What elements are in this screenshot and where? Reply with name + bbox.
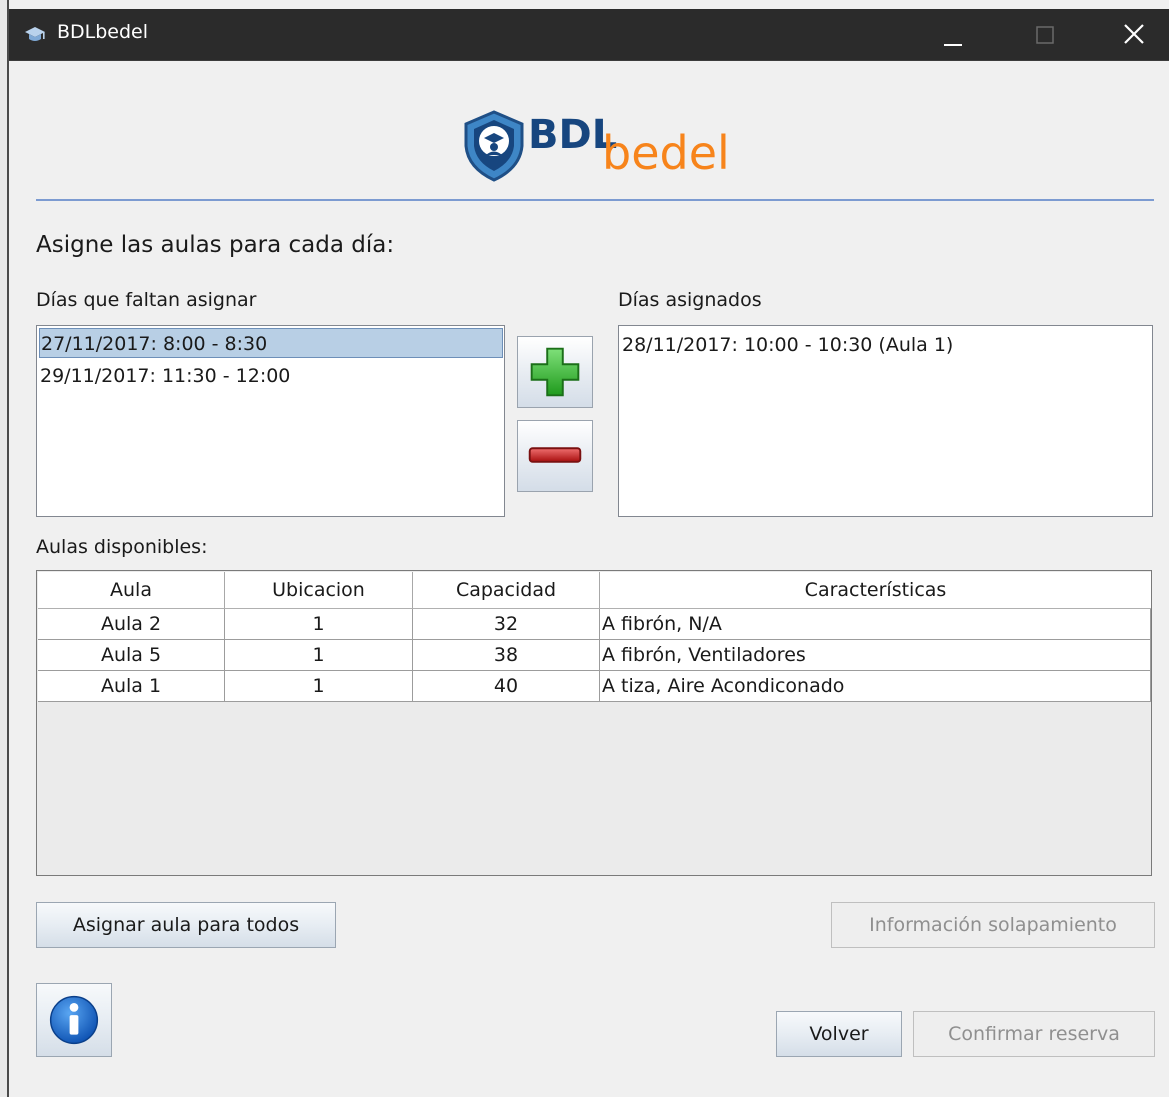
column-header-ubicacion[interactable]: Ubicacion bbox=[225, 572, 413, 608]
logo-text-bedel: bedel bbox=[602, 126, 730, 180]
cell-capacidad: 40 bbox=[413, 671, 600, 701]
maximize-button[interactable] bbox=[1021, 17, 1067, 51]
red-minus-icon bbox=[528, 447, 582, 463]
list-item-label: 28/11/2017: 10:00 - 10:30 (Aula 1) bbox=[622, 334, 954, 356]
list-item[interactable]: 29/11/2017: 11:30 - 12:00 bbox=[39, 361, 290, 391]
cell-aula: Aula 2 bbox=[38, 609, 225, 639]
graduation-cap-icon bbox=[25, 27, 45, 41]
unassigned-days-list[interactable]: 27/11/2017: 8:00 - 8:30 29/11/2017: 11:3… bbox=[36, 325, 505, 517]
info-icon bbox=[49, 995, 99, 1045]
cell-aula: Aula 5 bbox=[38, 640, 225, 670]
cell-ubicacion: 1 bbox=[225, 671, 413, 701]
cell-capacidad: 38 bbox=[413, 640, 600, 670]
maximize-icon bbox=[1036, 26, 1054, 44]
bdlbedel-logo: BDL bedel bbox=[462, 108, 732, 182]
cell-ubicacion: 1 bbox=[225, 609, 413, 639]
shield-logo-icon bbox=[464, 110, 524, 182]
confirm-reservation-button[interactable]: Confirmar reserva bbox=[913, 1011, 1155, 1057]
cell-caracteristicas: A tiza, Aire Acondiconado bbox=[600, 671, 1151, 701]
close-button[interactable] bbox=[1111, 17, 1157, 51]
close-icon bbox=[1124, 24, 1144, 44]
window-border bbox=[0, 0, 9, 1097]
cell-caracteristicas: A fibrón, N/A bbox=[600, 609, 1151, 639]
column-header-capacidad[interactable]: Capacidad bbox=[413, 572, 600, 608]
cell-caracteristicas: A fibrón, Ventiladores bbox=[600, 640, 1151, 670]
classrooms-table[interactable]: Aula Ubicacion Capacidad Características… bbox=[36, 570, 1152, 876]
green-plus-icon bbox=[530, 347, 580, 397]
list-item[interactable]: 28/11/2017: 10:00 - 10:30 (Aula 1) bbox=[621, 330, 953, 360]
back-button[interactable]: Volver bbox=[776, 1011, 902, 1057]
unassigned-days-label: Días que faltan asignar bbox=[36, 289, 257, 311]
assigned-days-list[interactable]: 28/11/2017: 10:00 - 10:30 (Aula 1) bbox=[618, 325, 1153, 517]
header-divider bbox=[36, 199, 1154, 201]
available-classrooms-label: Aulas disponibles: bbox=[36, 536, 208, 558]
column-header-aula[interactable]: Aula bbox=[38, 572, 225, 608]
table-header: Aula Ubicacion Capacidad Características bbox=[38, 572, 1151, 609]
list-item[interactable]: 27/11/2017: 8:00 - 8:30 bbox=[39, 328, 503, 358]
assigned-days-label: Días asignados bbox=[618, 289, 762, 311]
table-row[interactable]: Aula 1 1 40 A tiza, Aire Acondiconado bbox=[38, 671, 1151, 702]
assign-all-button[interactable]: Asignar aula para todos bbox=[36, 902, 336, 948]
add-day-button[interactable] bbox=[517, 336, 593, 408]
table-row[interactable]: Aula 5 1 38 A fibrón, Ventiladores bbox=[38, 640, 1151, 671]
table-row[interactable]: Aula 2 1 32 A fibrón, N/A bbox=[38, 609, 1151, 640]
cell-capacidad: 32 bbox=[413, 609, 600, 639]
info-button[interactable] bbox=[36, 983, 112, 1057]
cell-ubicacion: 1 bbox=[225, 640, 413, 670]
minimize-icon bbox=[944, 44, 962, 46]
list-item-label: 29/11/2017: 11:30 - 12:00 bbox=[40, 365, 291, 387]
window-title: BDLbedel bbox=[57, 21, 149, 43]
remove-day-button[interactable] bbox=[517, 420, 593, 492]
cell-aula: Aula 1 bbox=[38, 671, 225, 701]
overlap-info-button[interactable]: Información solapamiento bbox=[831, 902, 1155, 948]
list-item-label: 27/11/2017: 8:00 - 8:30 bbox=[41, 333, 268, 355]
minimize-button[interactable] bbox=[929, 17, 975, 51]
page-heading: Asigne las aulas para cada día: bbox=[36, 232, 395, 258]
title-bar[interactable]: BDLbedel bbox=[9, 9, 1169, 61]
column-header-caracteristicas[interactable]: Características bbox=[600, 572, 1151, 608]
